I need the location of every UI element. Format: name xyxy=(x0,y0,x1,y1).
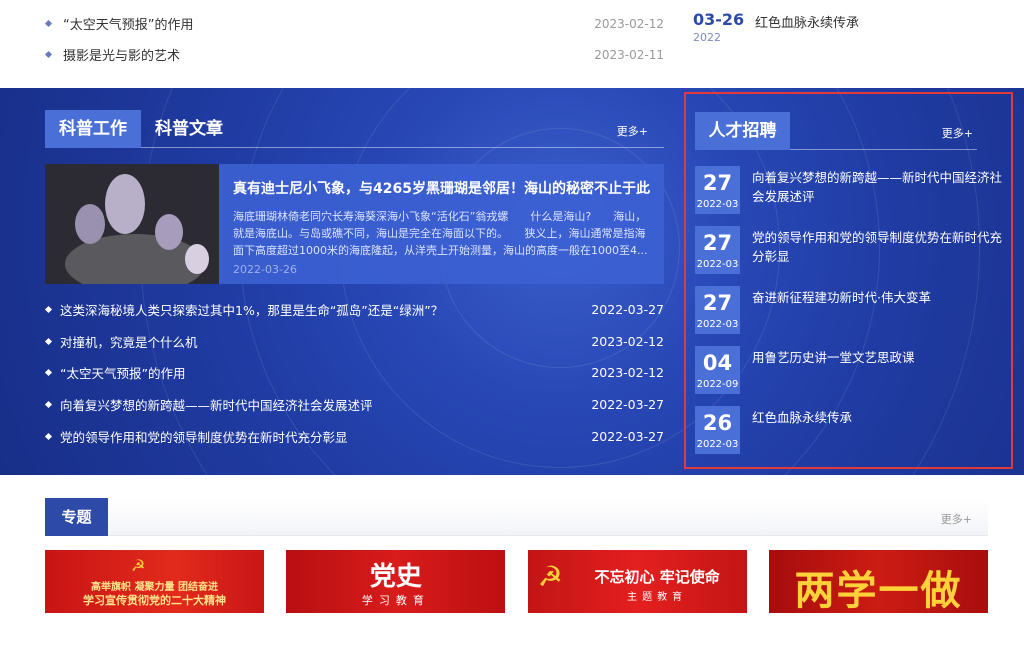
job-title[interactable]: 用鲁艺历史讲一堂文艺思政课 xyxy=(740,346,1007,406)
banner-line1: 不忘初心 牢记使命 xyxy=(594,568,720,586)
topic-banner-20th-congress[interactable]: ☭ 高举旗帜 凝聚力量 团结奋进 学习宣传贯彻党的二十大精神 xyxy=(45,550,264,613)
news-title[interactable]: “太空天气预报”的作用 xyxy=(63,14,594,33)
date-month: 2022-03 xyxy=(696,439,739,450)
science-panel: 科普工作 科普文章 更多+ 真有迪士尼小飞象，与4265岁黑珊瑚是邻居！海山的秘… xyxy=(44,110,664,452)
science-list: 这类深海秘境人类只探索过其中1%，那里是生命“孤岛”还是“绿洲”？ 2022-0… xyxy=(44,294,664,452)
date-badge: 27 2022-03 xyxy=(695,286,740,334)
list-item[interactable]: “太空天气预报”的作用 2023-02-12 xyxy=(44,8,664,39)
news-title[interactable]: 摄影是光与影的艺术 xyxy=(63,45,594,64)
recruitment-header: 人才招聘 更多+ xyxy=(695,112,977,150)
science-recruit-section: 科普工作 科普文章 更多+ 真有迪士尼小飞象，与4265岁黑珊瑚是邻居！海山的秘… xyxy=(0,88,1024,475)
more-link[interactable]: 更多+ xyxy=(941,511,972,527)
list-item[interactable]: 26 2022-03 红色血脉永续传承 xyxy=(695,406,1007,466)
banner-line1: 党史 xyxy=(369,562,422,592)
list-item[interactable]: 04 2022-09 用鲁艺历史讲一堂文艺思政课 xyxy=(695,346,1007,406)
more-link[interactable]: 更多+ xyxy=(617,123,648,139)
list-item[interactable]: 向着复兴梦想的新跨越——新时代中国经济社会发展述评 2022-03-27 xyxy=(44,389,664,421)
tab-science-articles[interactable]: 科普文章 xyxy=(141,110,237,148)
date-month: 2022-03 xyxy=(696,199,739,210)
recruitment-panel: 人才招聘 更多+ 27 2022-03 向着复兴梦想的新跨越——新时代中国经济社… xyxy=(684,92,1013,469)
bullet-icon xyxy=(44,337,53,345)
bullet-icon xyxy=(44,369,53,377)
date-day: 27 xyxy=(702,231,733,255)
more-link[interactable]: 更多+ xyxy=(942,125,973,141)
top-news-list: “太空天气预报”的作用 2023-02-12 摄影是光与影的艺术 2023-02… xyxy=(44,8,664,70)
list-item[interactable]: 摄影是光与影的艺术 2023-02-11 xyxy=(44,39,664,70)
bullet-icon xyxy=(44,50,53,59)
topics-title[interactable]: 专题 xyxy=(45,498,108,536)
featured-title[interactable]: 真有迪士尼小飞象，与4265岁黑珊瑚是邻居！海山的秘密不止于此 xyxy=(233,178,650,198)
topics-header: 专题 更多+ xyxy=(45,498,988,536)
date-day: 27 xyxy=(702,171,733,195)
date-day: 26 xyxy=(702,411,733,435)
list-item[interactable]: 27 2022-03 党的领导作用和党的领导制度优势在新时代充分彰显 xyxy=(695,226,1007,286)
date-badge: 26 2022-03 xyxy=(695,406,740,454)
news-date: 2023-02-12 xyxy=(594,16,664,31)
banner-line1: 两学一做 xyxy=(794,567,963,613)
featured-desc: 海底珊瑚林倚老同穴长寿海葵深海小飞象“活化石”翁戎螺 什么是海山? 海山，就是海… xyxy=(233,210,648,257)
date-month: 2022-03 xyxy=(696,319,739,330)
coral-shape xyxy=(75,204,105,244)
list-item[interactable]: 27 2022-03 向着复兴梦想的新跨越——新时代中国经济社会发展述评 xyxy=(695,166,1007,226)
date-day: 04 xyxy=(702,351,733,375)
article-title[interactable]: 对撞机，究竟是个什么机 xyxy=(60,332,591,351)
job-title[interactable]: 向着复兴梦想的新跨越——新时代中国经济社会发展述评 xyxy=(740,166,1007,226)
featured-body: 真有迪士尼小飞象，与4265岁黑珊瑚是邻居！海山的秘密不止于此 海底珊瑚林倚老同… xyxy=(219,164,664,284)
date-month: 2022-09 xyxy=(696,379,739,390)
list-item[interactable]: “太空天气预报”的作用 2023-02-12 xyxy=(44,357,664,389)
job-title[interactable]: 党的领导作用和党的领导制度优势在新时代充分彰显 xyxy=(740,226,1007,286)
news-year: 2022 xyxy=(693,31,721,44)
bullet-icon xyxy=(44,306,53,314)
date-badge: 04 2022-09 xyxy=(695,346,740,394)
science-tabs: 科普工作 科普文章 更多+ xyxy=(45,110,664,148)
coral-shape xyxy=(185,244,209,274)
article-date: 2022-03-27 xyxy=(591,302,664,318)
date-month: 2022-03 xyxy=(696,259,739,270)
article-date: 2023-02-12 xyxy=(591,365,664,381)
topic-banner-original-aspiration[interactable]: ☭ 不忘初心 牢记使命 主题教育 xyxy=(527,550,747,613)
top-news-section: “太空天气预报”的作用 2023-02-12 摄影是光与影的艺术 2023-02… xyxy=(0,0,1024,88)
banner-line2: 学习宣传贯彻党的二十大精神 xyxy=(83,594,226,607)
tab-science-work[interactable]: 科普工作 xyxy=(45,110,141,148)
article-date: 2022-03-27 xyxy=(591,428,664,444)
coral-shape xyxy=(105,174,145,234)
article-title[interactable]: 党的领导作用和党的领导制度优势在新时代充分彰显 xyxy=(60,427,591,446)
article-date: 2023-02-12 xyxy=(591,333,664,349)
party-emblem-icon: ☭ xyxy=(537,560,563,593)
topics-section: 专题 更多+ ☭ 高举旗帜 凝聚力量 团结奋进 学习宣传贯彻党的二十大精神 党史… xyxy=(45,498,988,613)
article-title[interactable]: “太空天气预报”的作用 xyxy=(60,363,591,382)
featured-image[interactable] xyxy=(45,164,220,284)
date-badge: 27 2022-03 xyxy=(695,226,740,274)
list-item[interactable]: 这类深海秘境人类只探索过其中1%，那里是生命“孤岛”还是“绿洲”？ 2022-0… xyxy=(44,294,664,326)
date-badge: 27 2022-03 xyxy=(695,166,740,214)
banner-line1: 高举旗帜 凝聚力量 团结奋进 xyxy=(91,582,218,593)
news-title[interactable]: 红色血脉永续传承 xyxy=(755,12,859,31)
recruitment-list: 27 2022-03 向着复兴梦想的新跨越——新时代中国经济社会发展述评 27 … xyxy=(695,166,1007,466)
list-item[interactable]: 对撞机，究竟是个什么机 2023-02-12 xyxy=(44,326,664,358)
recruitment-title[interactable]: 人才招聘 xyxy=(695,112,790,150)
date-day: 27 xyxy=(702,291,733,315)
bullet-icon xyxy=(44,401,53,409)
banner-line2: 学习教育 xyxy=(361,594,430,607)
topic-banners: ☭ 高举旗帜 凝聚力量 团结奋进 学习宣传贯彻党的二十大精神 党史 学习教育 ☭… xyxy=(45,550,988,613)
article-date: 2022-03-27 xyxy=(591,397,664,413)
article-title[interactable]: 这类深海秘境人类只探索过其中1%，那里是生命“孤岛”还是“绿洲”？ xyxy=(60,300,591,319)
top-right-news[interactable]: 03-26 2022 红色血脉永续传承 xyxy=(693,10,993,44)
featured-date: 2022-03-26 xyxy=(233,263,297,276)
list-item[interactable]: 27 2022-03 奋进新征程建功新时代·伟大变革 xyxy=(695,286,1007,346)
list-item[interactable]: 党的领导作用和党的领导制度优势在新时代充分彰显 2022-03-27 xyxy=(44,420,664,452)
job-title[interactable]: 红色血脉永续传承 xyxy=(740,406,1007,466)
news-date: 2023-02-11 xyxy=(594,47,664,62)
job-title[interactable]: 奋进新征程建功新时代·伟大变革 xyxy=(740,286,1007,346)
banner-line2: 主题教育 xyxy=(627,592,688,603)
featured-article[interactable]: 真有迪士尼小飞象，与4265岁黑珊瑚是邻居！海山的秘密不止于此 海底珊瑚林倚老同… xyxy=(45,164,664,284)
coral-shape xyxy=(155,214,183,250)
bullet-icon xyxy=(44,432,53,440)
bullet-icon xyxy=(44,19,53,28)
topic-banner-two-studies[interactable]: 两学一做 xyxy=(768,550,988,613)
article-title[interactable]: 向着复兴梦想的新跨越——新时代中国经济社会发展述评 xyxy=(60,395,591,414)
party-emblem-icon: ☭ xyxy=(131,556,146,575)
topic-banner-party-history[interactable]: 党史 学习教育 xyxy=(286,550,506,613)
